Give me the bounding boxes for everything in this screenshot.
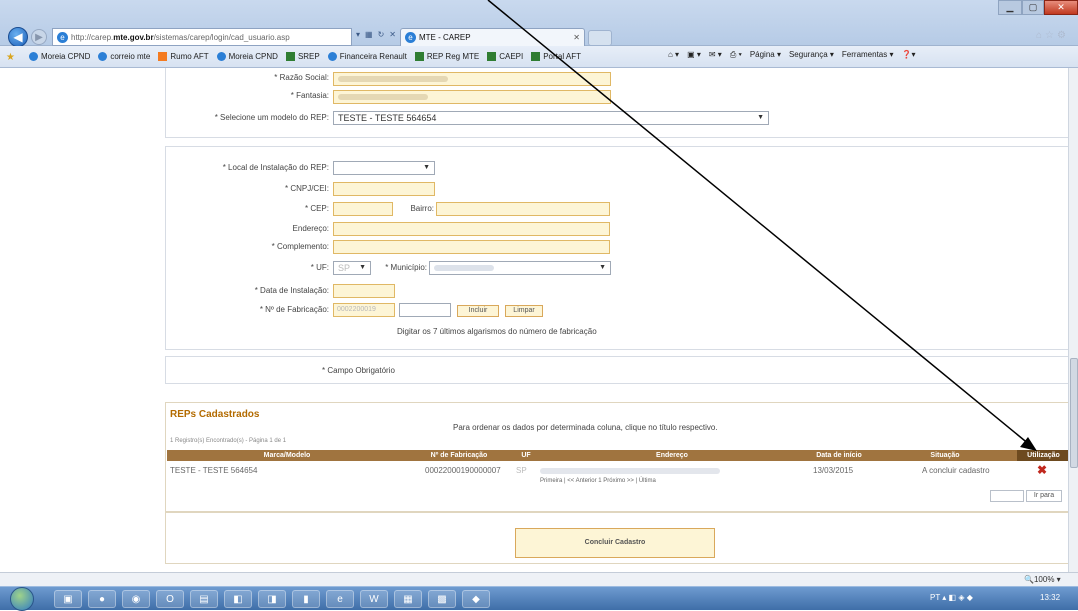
taskbar-app-13[interactable]: ◆ bbox=[462, 590, 490, 608]
taskbar-app-2[interactable]: ● bbox=[88, 590, 116, 608]
taskbar-app-5[interactable]: ▤ bbox=[190, 590, 218, 608]
taskbar-app-3[interactable]: ◉ bbox=[122, 590, 150, 608]
taskbar-app-8[interactable]: ▮ bbox=[292, 590, 320, 608]
zoom-icon: 🔍 bbox=[1024, 575, 1034, 584]
status-bar: 🔍100% ▾ bbox=[0, 572, 1078, 586]
taskbar: ▣ ● ◉ O ▤ ◧ ◨ ▮ e W ▦ ▩ ◆ PT ▴ ◧ ◈ ◆ 13:… bbox=[0, 586, 1078, 611]
annotation-arrow bbox=[487, 0, 1037, 451]
taskbar-app-11[interactable]: ▦ bbox=[394, 590, 422, 608]
taskbar-app-6[interactable]: ◧ bbox=[224, 590, 252, 608]
taskbar-app-12[interactable]: ▩ bbox=[428, 590, 456, 608]
taskbar-app-4[interactable]: O bbox=[156, 590, 184, 608]
tray-icons[interactable]: PT ▴ ◧ ◈ ◆ bbox=[930, 593, 973, 602]
taskbar-app-9[interactable]: e bbox=[326, 590, 354, 608]
start-button[interactable] bbox=[10, 587, 34, 611]
taskbar-app-7[interactable]: ◨ bbox=[258, 590, 286, 608]
taskbar-app-10[interactable]: W bbox=[360, 590, 388, 608]
clock: 13:32 bbox=[1040, 593, 1061, 602]
taskbar-app-1[interactable]: ▣ bbox=[54, 590, 82, 608]
zoom-level[interactable]: 🔍100% ▾ bbox=[1024, 575, 1061, 584]
